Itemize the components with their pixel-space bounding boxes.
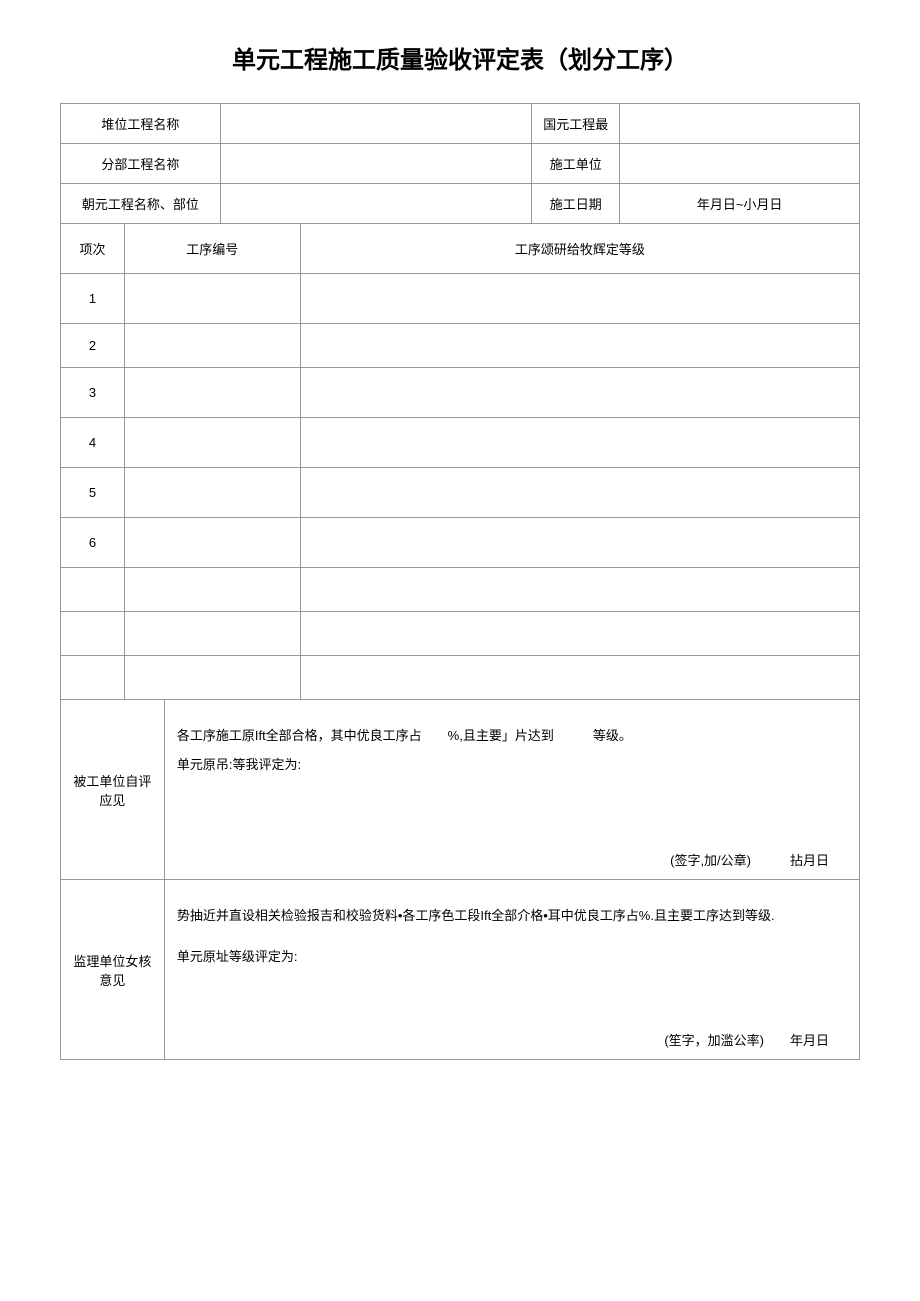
cell-grade bbox=[300, 518, 859, 568]
cell-code bbox=[124, 568, 300, 612]
label-project-name: 堆位工程名称 bbox=[61, 104, 221, 144]
value-element-name bbox=[220, 184, 532, 224]
self-review-footer: (签字,加/公章) 拈月日 bbox=[195, 850, 829, 869]
evaluation-table: 堆位工程名称 国元工程最 分部工程名祢 施工单位 朝元工程名称、部位 施工日期 … bbox=[60, 103, 860, 1060]
self-review-content: 各工序施工原Ift全部合格，其中优良工序占 %,且主要」片达到 等级。 单元原吊… bbox=[164, 700, 859, 880]
cell-seq: 6 bbox=[61, 518, 125, 568]
col-grade: 工序颂研给牧辉定等级 bbox=[300, 224, 859, 274]
cell-code bbox=[124, 468, 300, 518]
table-row bbox=[61, 656, 860, 700]
supervisor-review-footer: (笙字，加滥公率) 年月日 bbox=[195, 1030, 829, 1049]
label-construction-date: 施工日期 bbox=[532, 184, 620, 224]
cell-grade bbox=[300, 368, 859, 418]
value-unit-project bbox=[620, 104, 860, 144]
cell-grade bbox=[300, 656, 859, 700]
header-row-2: 分部工程名祢 施工单位 bbox=[61, 144, 860, 184]
cell-seq: 3 bbox=[61, 368, 125, 418]
cell-grade bbox=[300, 468, 859, 518]
supervisor-review-label: 监理单位女核意见 bbox=[61, 880, 165, 1060]
cell-code bbox=[124, 612, 300, 656]
cell-code bbox=[124, 518, 300, 568]
cell-grade bbox=[300, 418, 859, 468]
cell-seq bbox=[61, 612, 125, 656]
self-review-line2: 单元原吊:等我评定为: bbox=[177, 753, 847, 776]
table-row: 6 bbox=[61, 518, 860, 568]
col-seq: 项次 bbox=[61, 224, 125, 274]
column-header-row: 项次 工序编号 工序颂研给牧辉定等级 bbox=[61, 224, 860, 274]
table-row: 5 bbox=[61, 468, 860, 518]
label-subproject-name: 分部工程名祢 bbox=[61, 144, 221, 184]
supervisor-review-line2: 单元原址等级评定为: bbox=[177, 945, 847, 968]
cell-seq: 5 bbox=[61, 468, 125, 518]
header-row-3: 朝元工程名称、部位 施工日期 年月日~小月日 bbox=[61, 184, 860, 224]
cell-seq: 2 bbox=[61, 324, 125, 368]
page-title: 单元工程施工质量验收评定表（划分工序） bbox=[60, 40, 860, 75]
label-unit-project: 国元工程最 bbox=[532, 104, 620, 144]
table-row: 2 bbox=[61, 324, 860, 368]
cell-code bbox=[124, 656, 300, 700]
value-subproject-name bbox=[220, 144, 532, 184]
cell-seq bbox=[61, 656, 125, 700]
value-project-name bbox=[220, 104, 532, 144]
cell-grade bbox=[300, 324, 859, 368]
cell-grade bbox=[300, 568, 859, 612]
supervisor-review-row: 监理单位女核意见 势抽近并直设相关检验报吉和校验货料•各工序色工段Ift全部介格… bbox=[61, 880, 860, 1060]
cell-seq: 4 bbox=[61, 418, 125, 468]
self-review-label: 被工单位自评应见 bbox=[61, 700, 165, 880]
value-construction-unit bbox=[620, 144, 860, 184]
table-row bbox=[61, 612, 860, 656]
cell-grade bbox=[300, 612, 859, 656]
label-construction-unit: 施工单位 bbox=[532, 144, 620, 184]
self-review-row: 被工单位自评应见 各工序施工原Ift全部合格，其中优良工序占 %,且主要」片达到… bbox=[61, 700, 860, 880]
header-row-1: 堆位工程名称 国元工程最 bbox=[61, 104, 860, 144]
cell-seq: 1 bbox=[61, 274, 125, 324]
label-element-name: 朝元工程名称、部位 bbox=[61, 184, 221, 224]
cell-seq bbox=[61, 568, 125, 612]
supervisor-review-line1: 势抽近并直设相关检验报吉和校验货料•各工序色工段Ift全部介格•耳中优良工序占%… bbox=[177, 904, 847, 927]
cell-code bbox=[124, 324, 300, 368]
value-construction-date: 年月日~小月日 bbox=[620, 184, 860, 224]
cell-code bbox=[124, 274, 300, 324]
table-row: 4 bbox=[61, 418, 860, 468]
supervisor-review-content: 势抽近并直设相关检验报吉和校验货料•各工序色工段Ift全部介格•耳中优良工序占%… bbox=[164, 880, 859, 1060]
cell-grade bbox=[300, 274, 859, 324]
table-row: 1 bbox=[61, 274, 860, 324]
table-row bbox=[61, 568, 860, 612]
self-review-line1: 各工序施工原Ift全部合格，其中优良工序占 %,且主要」片达到 等级。 bbox=[177, 724, 847, 747]
table-row: 3 bbox=[61, 368, 860, 418]
cell-code bbox=[124, 368, 300, 418]
cell-code bbox=[124, 418, 300, 468]
col-code: 工序编号 bbox=[124, 224, 300, 274]
